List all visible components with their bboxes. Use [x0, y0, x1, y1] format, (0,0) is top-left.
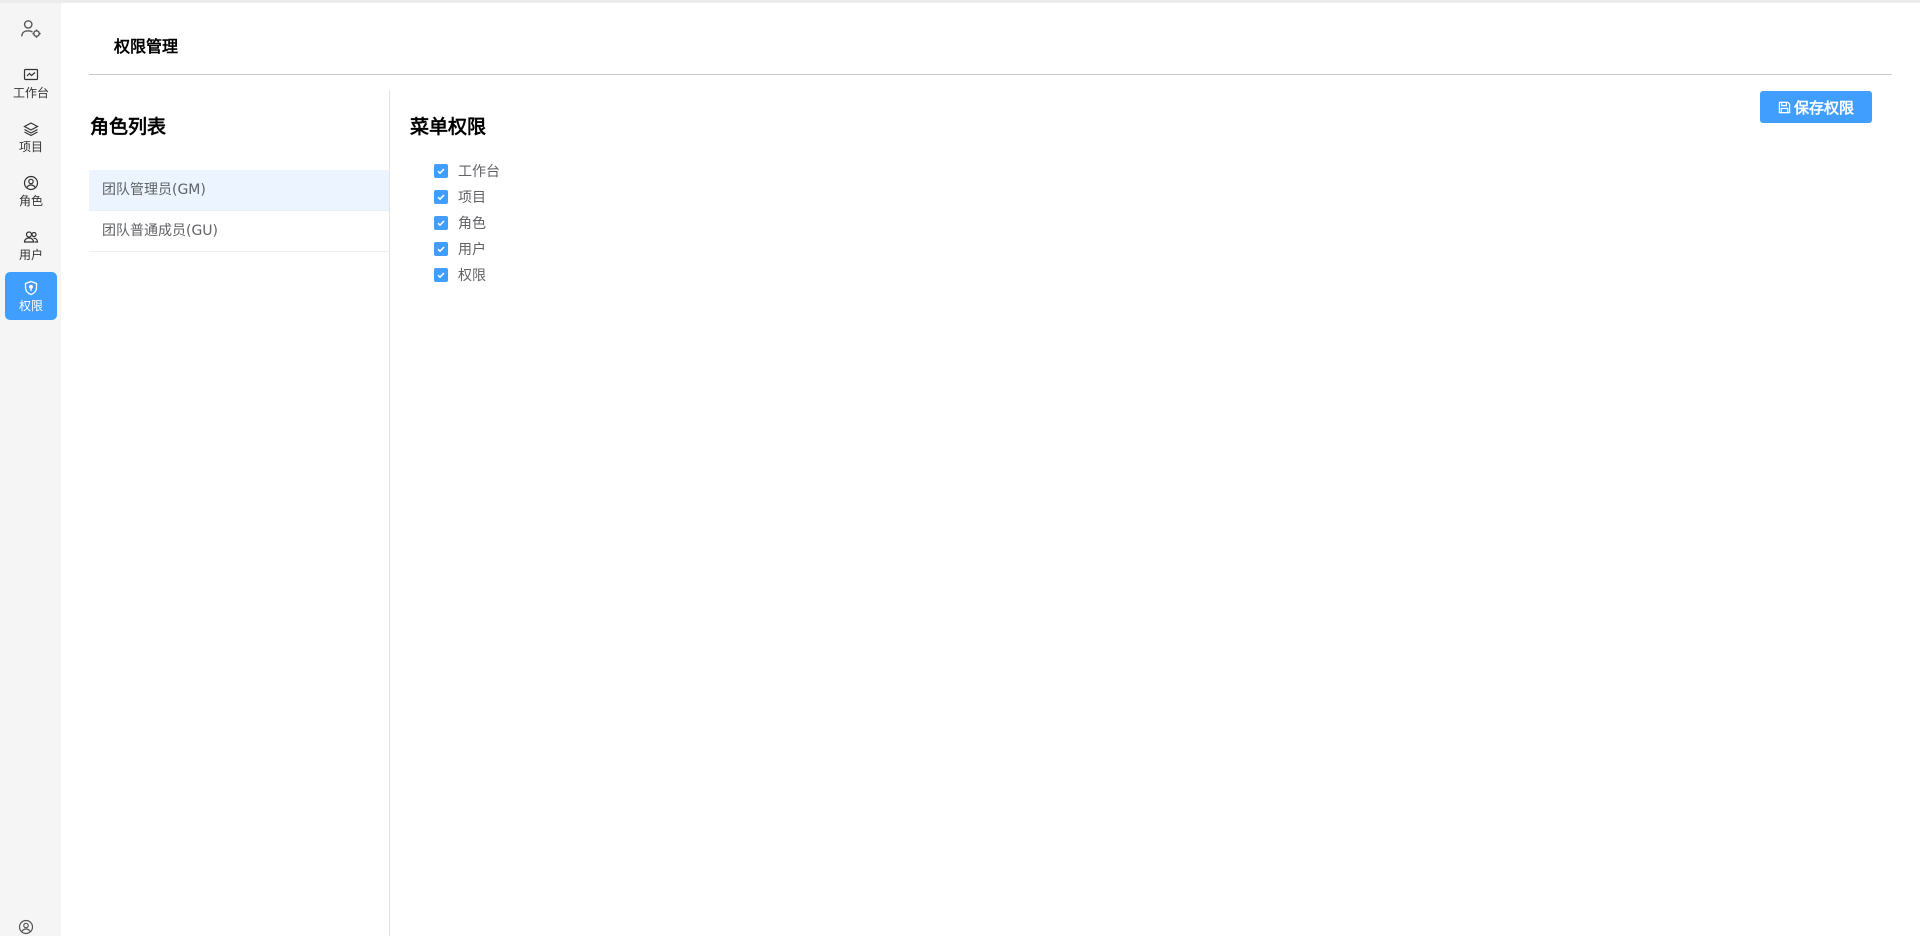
header-divider	[89, 74, 1892, 75]
check-icon	[437, 194, 445, 201]
checkbox[interactable]	[434, 190, 448, 204]
check-icon	[437, 246, 445, 253]
permission-row-users[interactable]: 用户	[434, 236, 500, 262]
checkbox[interactable]	[434, 164, 448, 178]
sidebar-item-workbench[interactable]: 工作台	[5, 59, 57, 107]
permission-row-workbench[interactable]: 工作台	[434, 158, 500, 184]
menu-permission-list: 工作台 项目 角色 用户 权限	[434, 158, 500, 288]
permission-row-permissions[interactable]: 权限	[434, 262, 500, 288]
permission-label: 项目	[458, 190, 486, 206]
checkbox[interactable]	[434, 216, 448, 230]
role-list-title: 角色列表	[90, 116, 167, 138]
permission-label: 角色	[458, 216, 486, 232]
sidebar-item-roles[interactable]: 角色	[5, 167, 57, 215]
panel-divider	[389, 90, 390, 936]
sidebar-item-label: 权限	[18, 298, 43, 313]
sidebar-item-label: 用户	[18, 247, 43, 262]
menu-permissions-title: 菜单权限	[410, 116, 487, 138]
user-avatar-icon[interactable]	[18, 919, 34, 935]
sidebar-item-users[interactable]: 用户	[5, 221, 57, 269]
check-icon	[437, 168, 445, 175]
role-list: 团队管理员(GM) 团队普通成员(GU)	[89, 170, 389, 252]
role-item-gm[interactable]: 团队管理员(GM)	[89, 170, 389, 211]
top-border	[0, 0, 1920, 3]
checkbox[interactable]	[434, 242, 448, 256]
save-icon	[1778, 101, 1791, 113]
chart-icon	[23, 68, 39, 80]
check-icon	[437, 272, 445, 279]
role-item-gu[interactable]: 团队普通成员(GU)	[89, 211, 389, 252]
sidebar-item-label: 项目	[18, 139, 43, 154]
sidebar-item-projects[interactable]: 项目	[5, 113, 57, 161]
user-circle-icon	[23, 175, 39, 190]
permission-label: 用户	[458, 242, 486, 258]
page-title: 权限管理	[114, 37, 179, 56]
checkbox[interactable]	[434, 268, 448, 282]
save-permissions-button[interactable]: 保存权限	[1760, 91, 1872, 123]
sidebar-item-permissions[interactable]: 权限	[5, 272, 57, 320]
team-logo-icon[interactable]	[20, 18, 42, 40]
permission-label: 工作台	[458, 164, 500, 180]
permission-label: 权限	[458, 268, 486, 284]
sidebar-item-label: 角色	[18, 193, 43, 208]
sidebar-item-label: 工作台	[12, 85, 49, 100]
permission-row-projects[interactable]: 项目	[434, 184, 500, 210]
shield-icon	[24, 280, 38, 295]
check-icon	[437, 220, 445, 227]
save-button-label: 保存权限	[1793, 98, 1854, 117]
sidebar: 工作台 项目 角色 用户 权限	[0, 3, 61, 936]
layers-icon	[23, 121, 39, 136]
users-icon	[23, 230, 39, 243]
permission-row-roles[interactable]: 角色	[434, 210, 500, 236]
